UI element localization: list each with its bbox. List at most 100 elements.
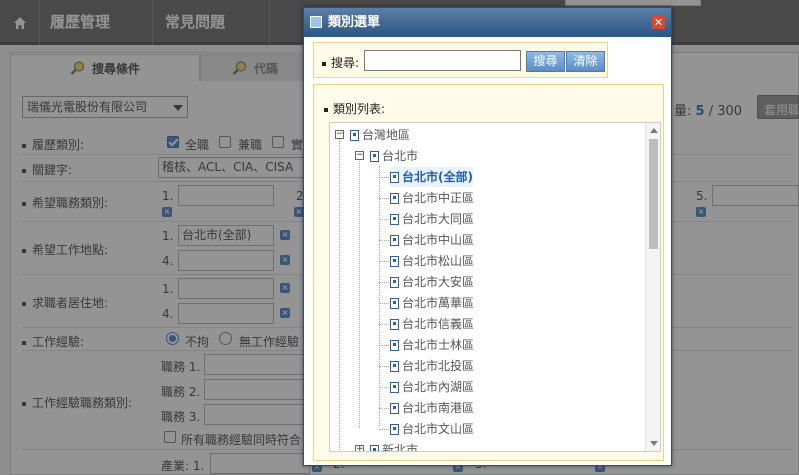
tree-node-label: 台北市(全部) <box>402 170 473 184</box>
experience-any-radio[interactable] <box>166 332 179 345</box>
all-match-label: 所有職務經驗同時符合 <box>181 433 302 447</box>
remove-icon[interactable]: × <box>280 255 290 265</box>
quota-used: 5 <box>695 104 705 119</box>
expand-icon[interactable]: + <box>355 445 364 451</box>
desired-location-input-4[interactable] <box>178 250 274 271</box>
quota-total: 300 <box>717 104 743 119</box>
tree-node[interactable]: 台北市南港區 <box>390 398 474 418</box>
dialog-list-box: 類別列表: − 台灣地區 − 台北市 台北市(全部) 台北市中正區 台北市大同區 台北市中山區… <box>313 84 664 461</box>
scroll-down-icon[interactable] <box>650 441 658 446</box>
desired-category-slot-5: 5. <box>696 189 708 203</box>
tree-node[interactable]: 台北市內湖區 <box>390 377 474 397</box>
tree-node[interactable]: 台北市(全部) <box>390 167 473 187</box>
tree-line <box>379 324 389 325</box>
remove-icon[interactable]: × <box>162 207 172 217</box>
industry-input-1[interactable] <box>210 453 310 474</box>
document-icon <box>390 172 399 183</box>
apply-button[interactable]: 套用職 <box>757 95 799 119</box>
exp-category-input-3[interactable] <box>204 404 304 425</box>
document-icon <box>370 151 379 162</box>
intern-label: 實 <box>291 138 304 152</box>
tree-node[interactable]: 新北市 <box>370 440 418 451</box>
exp-category-row-1-label: 職務 1. <box>161 360 201 374</box>
fulltime-label: 全職 <box>185 138 210 152</box>
remove-icon[interactable]: × <box>280 283 290 293</box>
collapse-icon[interactable]: − <box>355 151 364 160</box>
keyword-input[interactable]: 稽核、ACL、CIA、CISA <box>158 157 304 178</box>
exp-category-label: 工作經驗職務類別: <box>22 394 132 411</box>
tree-node[interactable]: 台灣地區 <box>350 125 410 145</box>
desired-location-slot-1: 1. <box>162 229 174 243</box>
parttime-label: 兼職 <box>238 138 263 152</box>
tree-node-label: 台北市南港區 <box>402 401 475 415</box>
tree-line <box>339 138 340 450</box>
collapse-icon[interactable]: − <box>335 130 344 139</box>
residence-slot-1: 1. <box>162 282 174 296</box>
scroll-up-icon[interactable] <box>650 128 658 133</box>
exp-category-input-2[interactable] <box>204 379 304 400</box>
parttime-checkbox[interactable] <box>219 136 231 148</box>
tree-node-label: 台北市大同區 <box>402 212 475 226</box>
category-tree: − 台灣地區 − 台北市 台北市(全部) 台北市中正區 台北市大同區 台北市中山區 台北市松山區… <box>329 122 661 452</box>
home-button[interactable] <box>0 0 40 45</box>
experience-any-label: 不拘 <box>185 335 210 349</box>
document-icon <box>390 256 399 267</box>
tab-codes[interactable]: 代碼 <box>200 54 310 81</box>
tree-node-label: 台北市萬華區 <box>402 296 475 310</box>
tree-node[interactable]: 台北市中山區 <box>390 230 474 250</box>
tree-line <box>379 177 389 178</box>
scrollbar-thumb[interactable] <box>649 139 658 249</box>
residence-input-1[interactable] <box>178 278 274 299</box>
tree-line <box>379 240 389 241</box>
tree-node[interactable]: 台北市北投區 <box>390 356 474 376</box>
dialog-search-button[interactable]: 搜尋 <box>526 51 565 72</box>
chevron-down-icon <box>173 105 183 111</box>
residence-slot-4: 4. <box>162 307 174 321</box>
document-icon <box>390 340 399 351</box>
tree-node[interactable]: 台北市士林區 <box>390 335 474 355</box>
dialog-clear-button[interactable]: 清除 <box>566 51 605 72</box>
tree-line <box>379 303 389 304</box>
company-select[interactable]: 瑞儀光電股份有限公司 <box>22 96 188 118</box>
tree-node[interactable]: 台北市信義區 <box>390 314 474 334</box>
tree-node-label: 台北市士林區 <box>402 338 475 352</box>
desired-category-input-5[interactable] <box>712 185 799 206</box>
desired-location-input-1[interactable]: 台北市(全部) <box>178 225 274 246</box>
remove-icon[interactable]: × <box>280 308 290 318</box>
tree-node[interactable]: 台北市中正區 <box>390 188 474 208</box>
magnifier-icon <box>70 61 85 75</box>
tree-scrollbar[interactable] <box>645 123 660 451</box>
tab-search-conditions[interactable]: 搜尋條件 <box>10 54 200 81</box>
exp-category-input-1[interactable] <box>204 354 304 375</box>
document-icon <box>390 298 399 309</box>
experience-none-radio[interactable] <box>219 332 232 345</box>
desired-category-input-1[interactable] <box>178 185 274 206</box>
tree-node-label: 台北市文山區 <box>402 422 475 436</box>
desired-location-label: 希望工作地點: <box>22 241 108 258</box>
tree-node[interactable]: 台北市 <box>370 146 418 166</box>
fulltime-checkbox[interactable] <box>167 136 179 148</box>
remove-icon[interactable]: × <box>280 230 290 240</box>
dialog-title: 類別選單 <box>328 15 381 30</box>
dialog-search-input[interactable] <box>364 50 521 71</box>
nav-item-resume-management[interactable]: 履歷管理 <box>40 0 153 45</box>
tree-line <box>379 219 389 220</box>
tree-node[interactable]: 台北市大同區 <box>390 209 474 229</box>
close-icon[interactable]: ✕ <box>652 16 665 29</box>
tree-node[interactable]: 台北市文山區 <box>390 419 474 439</box>
remove-icon[interactable]: × <box>696 207 706 217</box>
tree-node[interactable]: 台北市萬華區 <box>390 293 474 313</box>
tree-node[interactable]: 台北市大安區 <box>390 272 474 292</box>
residence-input-4[interactable] <box>178 303 274 324</box>
dialog-title-bar[interactable]: 類別選單 ✕ <box>304 8 671 37</box>
dialog-list-label: 類別列表: <box>324 100 385 117</box>
home-icon <box>13 16 26 29</box>
tree-line <box>379 429 389 430</box>
all-match-checkbox[interactable] <box>164 431 176 443</box>
intern-checkbox[interactable] <box>272 136 284 148</box>
experience-label: 工作經驗: <box>22 333 84 350</box>
nav-item-faq[interactable]: 常見問題 <box>153 0 270 45</box>
category-dialog: 類別選單 ✕ 搜尋: 搜尋 清除 類別列表: − 台灣地區 − 台北市 台北市(全部) 台… <box>303 7 672 466</box>
tree-line <box>359 156 360 428</box>
tree-node[interactable]: 台北市松山區 <box>390 251 474 271</box>
